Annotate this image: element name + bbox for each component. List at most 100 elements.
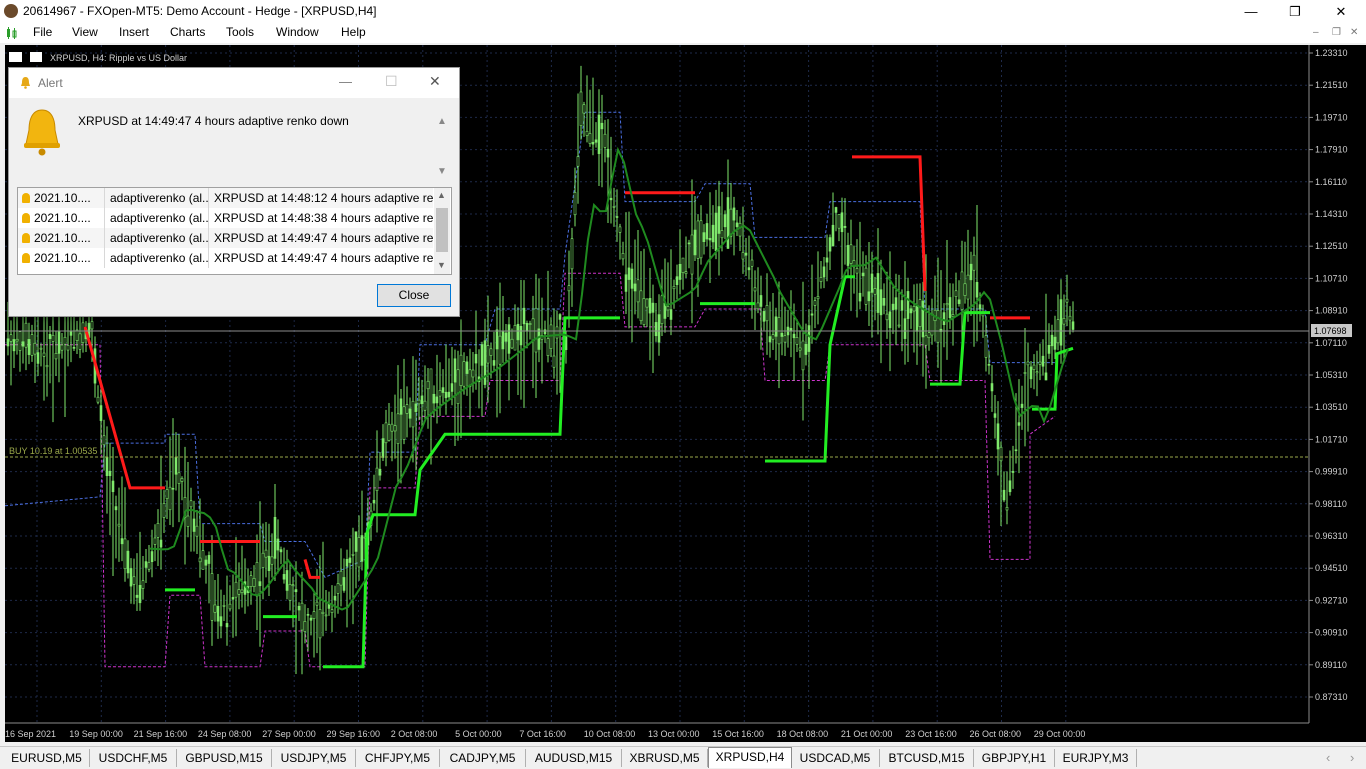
alert-source-cell: adaptiverenko (al...: [106, 228, 209, 248]
candle-body: [276, 538, 280, 551]
alert-close-x-button[interactable]: ✕: [429, 73, 441, 90]
bell-icon: [21, 77, 30, 89]
candle-body: [294, 589, 298, 593]
candle-body: [219, 616, 223, 627]
candle-body: [318, 609, 322, 639]
tab-usdjpy-m5[interactable]: USDJPY,M5: [272, 749, 356, 767]
candle-body: [882, 297, 886, 306]
candle-body: [837, 214, 841, 229]
candle-body: [720, 230, 724, 239]
candle-body: [180, 478, 184, 482]
candle-body: [816, 296, 820, 300]
chart-tabs-bar: EURUSD,M5 USDCHF,M5 GBPUSD,M15 USDJPY,M5…: [0, 746, 1366, 769]
tab-usdcad-m5[interactable]: USDCAD,M5: [791, 749, 880, 767]
alert-minimize-button[interactable]: —: [339, 74, 352, 89]
tab-usdchf-m5[interactable]: USDCHF,M5: [90, 749, 177, 767]
candle-body: [684, 271, 688, 275]
candle-body: [822, 266, 826, 278]
candle-body: [918, 299, 922, 327]
candle-body: [204, 559, 208, 566]
candle-body: [591, 141, 595, 145]
tab-eurjpy-m3[interactable]: EURJPY,M3: [1055, 749, 1137, 767]
candle-body: [699, 220, 703, 259]
candle-body: [162, 503, 166, 518]
candle-body: [1038, 361, 1042, 365]
mdi-close-button[interactable]: ✕: [1350, 27, 1358, 38]
tabs-scroll-right[interactable]: ›: [1350, 750, 1354, 765]
candle-body: [885, 313, 889, 321]
list-scroll-down[interactable]: ▼: [437, 260, 446, 270]
candle-body: [978, 304, 982, 310]
alert-close-button[interactable]: Close: [377, 284, 451, 307]
chart-header: XRPUSD, H4: Ripple vs US Dollar: [50, 53, 187, 63]
menu-charts[interactable]: Charts: [170, 25, 205, 39]
candle-body: [129, 568, 133, 587]
list-item[interactable]: 2021.10.... adaptiverenko (al... XRPUSD …: [18, 248, 437, 268]
minimize-button[interactable]: —: [1228, 0, 1274, 23]
message-scroll-up[interactable]: ▲: [437, 116, 447, 127]
message-scroll-down[interactable]: ▼: [437, 166, 447, 177]
list-item[interactable]: 2021.10.... adaptiverenko (al... XRPUSD …: [18, 188, 437, 208]
list-item[interactable]: 2021.10.... adaptiverenko (al... XRPUSD …: [18, 228, 437, 248]
candle-body: [549, 324, 553, 349]
tab-gbpusd-m15[interactable]: GBPUSD,M15: [177, 749, 272, 767]
candle-body: [1023, 372, 1027, 374]
menu-window[interactable]: Window: [276, 25, 319, 39]
candle-body: [444, 391, 448, 399]
tabs-scroll-left[interactable]: ‹: [1326, 750, 1330, 765]
restore-button[interactable]: ❐: [1272, 0, 1318, 23]
candle-body: [630, 268, 634, 289]
candle-body: [306, 614, 310, 616]
menu-insert[interactable]: Insert: [119, 25, 149, 39]
list-scroll-thumb[interactable]: [436, 208, 448, 252]
close-button[interactable]: ✕: [1318, 0, 1364, 23]
alert-maximize-button[interactable]: ☐: [385, 73, 398, 90]
tab-btcusd-m15[interactable]: BTCUSD,M15: [880, 749, 974, 767]
candle-body: [1050, 334, 1054, 347]
candle-body: [321, 611, 325, 614]
alert-history-list[interactable]: 2021.10.... adaptiverenko (al... XRPUSD …: [17, 187, 452, 275]
menu-view[interactable]: View: [72, 25, 98, 39]
candle-body: [681, 257, 685, 274]
candle-body: [849, 244, 853, 264]
candle-body: [426, 380, 430, 390]
candle-body: [285, 570, 289, 591]
candle-body: [555, 326, 559, 339]
menu-tools[interactable]: Tools: [226, 25, 254, 39]
candle-body: [27, 339, 31, 355]
mdi-minimize-button[interactable]: –: [1313, 27, 1319, 38]
list-item[interactable]: 2021.10.... adaptiverenko (al... XRPUSD …: [18, 208, 437, 228]
candle-body: [36, 352, 40, 364]
candle-body: [438, 390, 442, 397]
tab-chfjpy-m5[interactable]: CHFJPY,M5: [356, 749, 440, 767]
candle-body: [30, 334, 34, 356]
tab-xbrusd-m5[interactable]: XBRUSD,M5: [622, 749, 708, 767]
list-scroll-up[interactable]: ▲: [437, 190, 446, 200]
bell-icon: [22, 233, 30, 243]
tab-audusd-m15[interactable]: AUDUSD,M15: [526, 749, 622, 767]
tab-eurusd-m5[interactable]: EURUSD,M5: [4, 749, 90, 767]
candle-body: [1032, 364, 1036, 370]
candle-body: [759, 295, 763, 307]
price-label: 0.98110: [1315, 499, 1347, 509]
candle-body: [423, 400, 427, 411]
menu-file[interactable]: File: [33, 25, 52, 39]
candle-body: [573, 192, 577, 216]
candle-body: [156, 523, 160, 538]
candle-body: [951, 314, 955, 317]
list-scrollbar[interactable]: ▲ ▼: [434, 188, 450, 274]
candle-body: [420, 395, 424, 405]
candle-body: [1044, 372, 1048, 381]
menu-help[interactable]: Help: [341, 25, 366, 39]
tab-cadjpy-m5[interactable]: CADJPY,M5: [440, 749, 526, 767]
date-label: 16 Sep 2021: [5, 729, 56, 739]
mdi-restore-button[interactable]: ❐: [1332, 27, 1341, 38]
candle-body: [417, 399, 421, 405]
candle-body: [144, 561, 148, 568]
tab-xrpusd-h4[interactable]: XRPUSD,H4: [708, 747, 792, 768]
price-label: 1.10710: [1315, 273, 1348, 283]
candle-body: [450, 383, 454, 392]
candle-body: [270, 556, 274, 565]
tab-gbpjpy-h1[interactable]: GBPJPY,H1: [974, 749, 1055, 767]
candle-body: [732, 207, 736, 221]
